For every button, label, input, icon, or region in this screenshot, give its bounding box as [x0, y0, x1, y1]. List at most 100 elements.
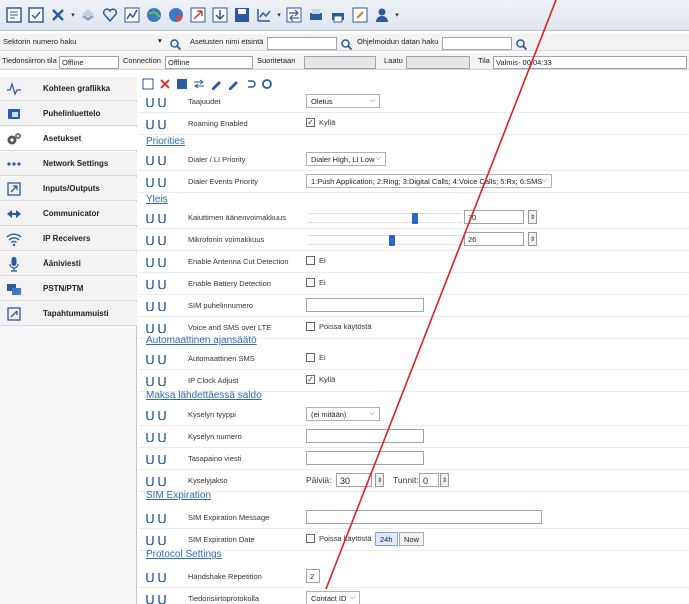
- query-number-input[interactable]: [306, 429, 424, 443]
- section-auto-time[interactable]: Automaattinen ajansäätö: [146, 335, 257, 346]
- tools-icon[interactable]: [48, 5, 68, 25]
- download-icon[interactable]: [210, 5, 230, 25]
- handshake-input[interactable]: 2: [306, 569, 320, 583]
- roaming-checkbox[interactable]: ✓: [306, 118, 315, 127]
- days-input[interactable]: 30: [336, 473, 372, 487]
- undo-icon[interactable]: [243, 78, 257, 90]
- lte-checkbox[interactable]: [306, 322, 315, 331]
- dropdown-arrow-icon[interactable]: ▾: [70, 11, 76, 19]
- section-sim-expiration[interactable]: SIM Expiration: [146, 490, 211, 501]
- 24h-button[interactable]: 24h: [375, 532, 398, 546]
- search-icon[interactable]: [168, 37, 183, 52]
- transfer-icon[interactable]: [284, 5, 304, 25]
- now-button[interactable]: Now: [399, 532, 425, 546]
- sim-phone-input[interactable]: [306, 298, 424, 312]
- sidebar-item-voice[interactable]: Ääniviesti: [0, 252, 137, 276]
- sync-icon: [146, 236, 166, 245]
- sidebar-item-communicator[interactable]: Communicator: [0, 202, 137, 226]
- sync-icon: [146, 536, 166, 545]
- search-icon[interactable]: [514, 37, 529, 52]
- heart-icon[interactable]: [100, 5, 120, 25]
- setting-label: Mikrofonin voimakkuus: [188, 235, 265, 244]
- spinner-icon[interactable]: ⇕: [528, 210, 537, 224]
- sidebar-item-graphics[interactable]: Kohteen grafiikka: [0, 77, 137, 101]
- spinner-icon[interactable]: ⇕: [440, 473, 449, 487]
- delete-icon[interactable]: [158, 78, 172, 90]
- ip-clock-checkbox[interactable]: ✓: [306, 375, 315, 384]
- globe-settings-icon[interactable]: [166, 5, 186, 25]
- sidebar-item-settings[interactable]: Asetukset: [0, 127, 137, 151]
- dropdown-arrow-icon[interactable]: ▾: [394, 11, 400, 19]
- export-icon[interactable]: [350, 5, 370, 25]
- sim-message-input[interactable]: [306, 510, 542, 524]
- slider-thumb[interactable]: [389, 235, 395, 246]
- setting-label: SIM puhelinnumero: [188, 301, 254, 310]
- transfer-icon[interactable]: [192, 78, 206, 90]
- user-icon[interactable]: [372, 5, 392, 25]
- graph-icon: [7, 81, 21, 96]
- sidebar-item-io[interactable]: Inputs/Outputs: [0, 177, 137, 201]
- sector-dropdown-icon[interactable]: ▾: [158, 36, 162, 45]
- select-value: 1:Push Application; 2:Ring; 3:Digital Ca…: [311, 177, 543, 186]
- query-type-select[interactable]: (ei mitään) ⌵: [306, 407, 380, 421]
- dialer-priority-select[interactable]: Dialer High, LI Low ⌵: [306, 152, 386, 166]
- sim-date-checkbox[interactable]: [306, 534, 315, 543]
- upload-icon[interactable]: [188, 5, 208, 25]
- checkbox-label: Kyllä: [319, 375, 336, 384]
- pstn-icon: [7, 284, 21, 295]
- balance-msg-input[interactable]: [306, 451, 424, 465]
- section-priorities[interactable]: Priorities: [146, 136, 185, 147]
- settings-name-input[interactable]: [267, 37, 337, 50]
- spinner-icon[interactable]: ⇕: [375, 473, 384, 487]
- transfer-label: Tiedonsiirron tila: [2, 56, 57, 65]
- slider-thumb[interactable]: [412, 213, 418, 224]
- dropdown-arrow-icon[interactable]: ▾: [276, 11, 282, 19]
- sidebar-item-ip-receivers[interactable]: IP Receivers: [0, 227, 137, 251]
- auto-sms-checkbox[interactable]: [306, 353, 315, 362]
- globe-icon[interactable]: [144, 5, 164, 25]
- sidebar-item-event-log[interactable]: Tapahtumamuisti: [0, 302, 137, 326]
- microphone-slider[interactable]: [308, 235, 462, 246]
- sync-icon: [146, 595, 166, 604]
- connection-label: Connection: [123, 56, 161, 65]
- graph-icon[interactable]: [122, 5, 142, 25]
- printer-settings-icon[interactable]: [328, 5, 348, 25]
- battery-checkbox[interactable]: [306, 278, 315, 287]
- sidebar-item-network[interactable]: Network Settings: [0, 152, 137, 176]
- section-balance[interactable]: Maksa lähdettäessä saldo: [146, 390, 262, 401]
- speaker-slider[interactable]: [308, 213, 462, 224]
- new-icon[interactable]: [141, 78, 155, 90]
- protocol-select[interactable]: Contact ID ⌵: [306, 591, 360, 604]
- sidebar-item-phonebook[interactable]: Puhelinluettelo: [0, 102, 137, 126]
- section-general[interactable]: Yleis: [146, 194, 168, 205]
- firmware-input[interactable]: [442, 37, 512, 50]
- antenna-checkbox[interactable]: [306, 256, 315, 265]
- checkbox-icon[interactable]: [26, 5, 46, 25]
- section-protocol[interactable]: Protocol Settings: [146, 549, 222, 560]
- sidebar: Kohteen grafiikka Puhelinluettelo Asetuk…: [0, 77, 137, 604]
- spinner-icon[interactable]: ⇕: [528, 232, 537, 246]
- sync-icon: [146, 178, 166, 187]
- layers-icon[interactable]: [78, 5, 98, 25]
- pencil-icon[interactable]: [209, 78, 223, 90]
- chevron-down-icon: ⌵: [375, 155, 381, 162]
- setting-row-battery: Enable Battery Detection Ei: [138, 273, 689, 295]
- setting-label: Kyselyn tyyppi: [188, 410, 236, 419]
- frequencies-select[interactable]: Oletus ⌵: [306, 94, 380, 108]
- pencil-icon[interactable]: [226, 78, 240, 90]
- chart-icon[interactable]: [254, 5, 274, 25]
- search-icon[interactable]: [339, 37, 354, 52]
- chevron-down-icon: ⌵: [369, 97, 375, 104]
- image-icon[interactable]: [175, 78, 189, 90]
- sidebar-item-label: Ääniviesti: [43, 259, 81, 268]
- connect-icon[interactable]: [4, 5, 24, 25]
- printer-icon[interactable]: [306, 5, 326, 25]
- sidebar-item-label: Puhelinluettelo: [43, 109, 101, 118]
- hours-input[interactable]: 0: [419, 473, 439, 487]
- sidebar-item-pstn[interactable]: PSTN/PTM: [0, 277, 137, 301]
- save-icon[interactable]: [232, 5, 252, 25]
- events-priority-select[interactable]: 1:Push Application; 2:Ring; 3:Digital Ca…: [306, 174, 552, 188]
- microphone-value-input[interactable]: 26: [464, 232, 524, 246]
- speaker-value-input[interactable]: 70: [464, 210, 524, 224]
- refresh-icon[interactable]: [260, 78, 274, 90]
